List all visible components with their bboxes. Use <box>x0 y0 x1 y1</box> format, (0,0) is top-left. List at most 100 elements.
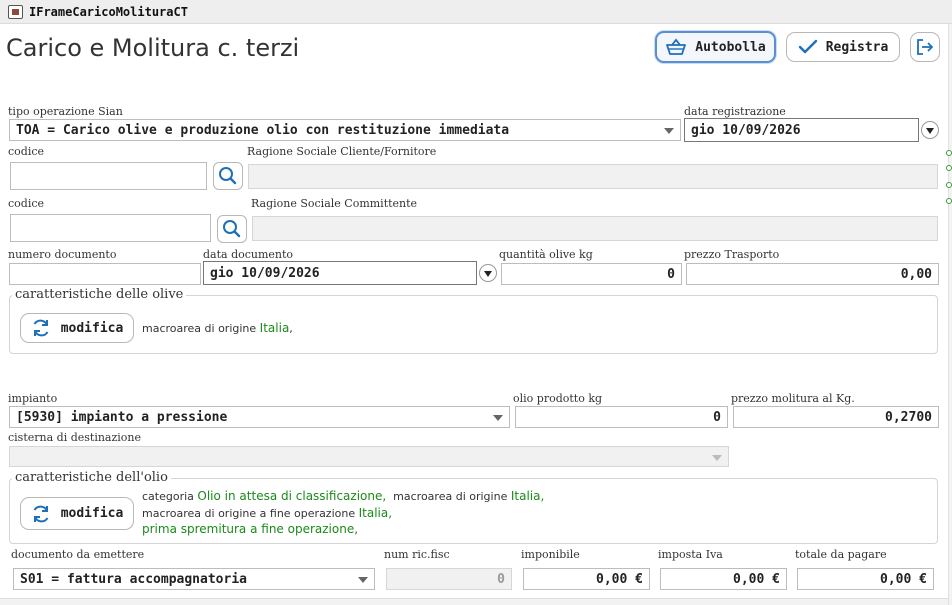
data-documento-label: data documento <box>203 248 294 261</box>
app-icon <box>8 5 23 19</box>
numero-documento-input[interactable] <box>9 263 201 285</box>
chevron-down-icon <box>712 455 722 461</box>
search-icon <box>219 167 237 185</box>
check-icon <box>798 39 817 54</box>
sian-select[interactable]: TOA = Carico olive e produzione olio con… <box>9 119 681 141</box>
num-ric-fisc-field: 0 <box>386 568 512 590</box>
documento-emettere-select[interactable]: S01 = fattura accompagnatoria <box>13 568 375 590</box>
ragione-committente-label: Ragione Sociale Committente <box>251 197 418 210</box>
cisterna-label: cisterna di destinazione <box>8 431 142 444</box>
data-registrazione-value: gio 10/09/2026 <box>691 122 801 138</box>
olio-macroarea-fine-value: Italia, <box>358 506 393 520</box>
registra-label: Registra <box>825 39 889 55</box>
autobolla-button[interactable]: Autobolla <box>655 31 776 63</box>
data-registrazione-field[interactable]: gio 10/09/2026 <box>684 118 919 142</box>
ragione-cliente-field <box>248 164 938 189</box>
prezzo-molitura-input[interactable]: 0,2700 <box>733 406 939 428</box>
modifica-olive-label: modifica <box>60 320 124 336</box>
imponibile-field[interactable]: 0,00 € <box>523 568 650 590</box>
olive-macroarea-separator: , <box>289 322 293 335</box>
bottom-strip <box>0 598 948 605</box>
olive-macroarea-info: macroarea di origine Italia, <box>142 321 293 335</box>
data-registrazione-label: data registrazione <box>684 105 786 118</box>
totale-field[interactable]: 0,00 € <box>797 568 934 590</box>
olio-prodotto-value: 0 <box>713 409 721 425</box>
scroll-marker <box>946 198 952 204</box>
data-documento-field[interactable]: gio 10/09/2026 <box>203 261 477 285</box>
prezzo-molitura-value: 0,2700 <box>885 409 932 425</box>
imposta-iva-label: imposta Iva <box>658 548 723 561</box>
olio-group-title: caratteristiche dell'olio <box>12 470 171 485</box>
prezzo-trasporto-value: 0,00 <box>900 266 932 282</box>
impianto-label: impianto <box>8 392 58 405</box>
impianto-select[interactable]: [5930] impianto a pressione <box>9 406 510 428</box>
numero-documento-label: numero documento <box>8 248 117 261</box>
olio-spremitura-value: prima spremitura a fine operazione, <box>142 522 359 536</box>
imposta-iva-value: 0,00 € <box>733 571 780 587</box>
chevron-down-icon <box>664 128 674 134</box>
num-ric-fisc-value: 0 <box>497 571 505 587</box>
registra-button[interactable]: Registra <box>786 32 900 62</box>
olio-prodotto-label: olio prodotto kg <box>513 392 603 405</box>
prezzo-trasporto-input[interactable]: 0,00 <box>686 263 939 285</box>
right-scrollbar[interactable] <box>948 24 952 605</box>
page-title: Carico e Molitura c. terzi <box>6 34 300 62</box>
sian-label: tipo operazione Sian <box>8 105 123 118</box>
olio-macroarea-fine-label: macroarea di origine a fine operazione <box>142 507 356 520</box>
olive-macroarea-label: macroarea di origine <box>142 322 257 335</box>
olio-categoria-value: Olio in attesa di classificazione, <box>197 489 387 503</box>
exit-icon <box>917 39 933 55</box>
olio-macroarea-fine-info: macroarea di origine a fine operazione I… <box>142 506 392 520</box>
scroll-marker <box>946 182 952 188</box>
totale-value: 0,00 € <box>880 571 927 587</box>
olive-macroarea-value: Italia <box>259 321 290 335</box>
search-cliente-button[interactable] <box>213 162 243 190</box>
chevron-down-icon <box>493 415 503 421</box>
chevron-down-icon[interactable] <box>921 121 939 139</box>
documento-emettere-value: S01 = fattura accompagnatoria <box>20 571 247 587</box>
imponibile-value: 0,00 € <box>596 571 643 587</box>
chevron-down-icon[interactable] <box>479 264 497 282</box>
codice-committente-input[interactable] <box>10 214 211 242</box>
impianto-value: [5930] impianto a pressione <box>16 409 228 425</box>
documento-emettere-label: documento da emettere <box>11 548 145 561</box>
cisterna-select <box>9 446 729 467</box>
codice-cliente-label: codice <box>8 145 45 158</box>
refresh-icon <box>33 505 49 522</box>
basket-icon <box>666 38 687 55</box>
chevron-down-icon <box>358 577 368 583</box>
olive-group-title: caratteristiche delle olive <box>12 287 187 302</box>
modifica-olio-label: modifica <box>60 506 124 521</box>
olio-macroarea-label: macroarea di origine <box>393 490 508 503</box>
quantita-olive-input[interactable]: 0 <box>501 263 682 285</box>
imponibile-label: imponibile <box>521 548 580 561</box>
modifica-olive-button[interactable]: modifica <box>20 313 134 343</box>
data-documento-value: gio 10/09/2026 <box>210 265 320 281</box>
quantita-olive-label: quantità olive kg <box>499 248 593 261</box>
exit-button[interactable] <box>910 32 940 62</box>
olio-categoria-label: categoria <box>142 490 194 503</box>
search-committente-button[interactable] <box>217 215 247 243</box>
autobolla-label: Autobolla <box>695 39 766 55</box>
ragione-cliente-label: Ragione Sociale Cliente/Fornitore <box>247 145 437 158</box>
search-icon <box>223 220 241 238</box>
olio-prodotto-input[interactable]: 0 <box>515 406 728 428</box>
ragione-committente-field <box>252 216 938 241</box>
codice-cliente-input[interactable] <box>10 162 207 190</box>
codice-committente-label: codice <box>8 197 45 210</box>
imposta-iva-field[interactable]: 0,00 € <box>660 568 787 590</box>
olio-macroarea-value: Italia, <box>510 489 545 503</box>
sian-value: TOA = Carico olive e produzione olio con… <box>16 122 510 138</box>
quantita-olive-value: 0 <box>667 266 675 282</box>
modifica-olio-button[interactable]: modifica <box>20 497 134 530</box>
olio-categoria-info: categoria Olio in attesa di classificazi… <box>142 489 544 503</box>
refresh-icon <box>33 319 49 337</box>
prezzo-trasporto-label: prezzo Trasporto <box>684 248 780 261</box>
totale-label: totale da pagare <box>795 548 887 561</box>
prezzo-molitura-label: prezzo molitura al Kg. <box>731 392 855 405</box>
scroll-marker <box>946 165 952 171</box>
window-title: IFrameCaricoMolituraCT <box>29 5 188 19</box>
num-ric-fisc-label: num ric.fisc <box>384 548 450 561</box>
olio-spremitura-info: prima spremitura a fine operazione, <box>142 522 358 536</box>
scroll-marker <box>946 150 952 156</box>
